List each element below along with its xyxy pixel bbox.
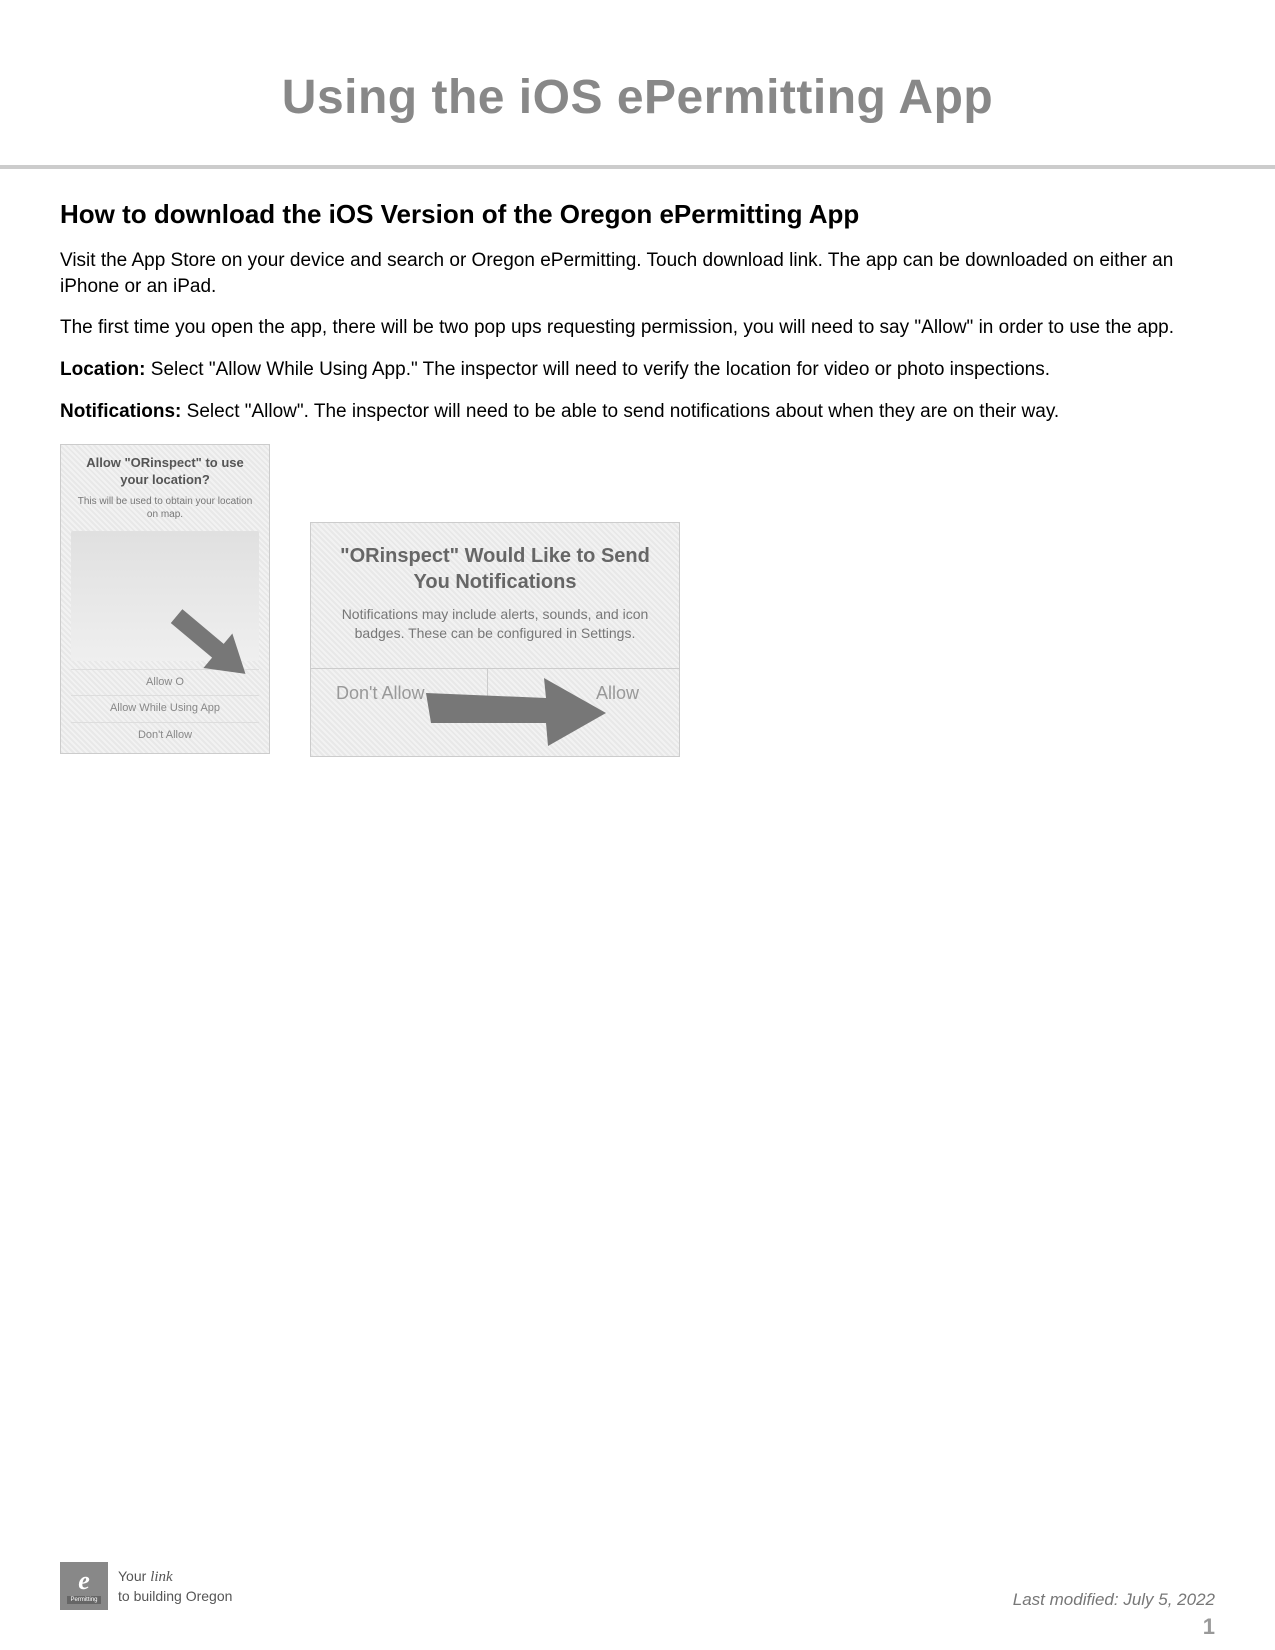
notifications-dialog-sub: Notifications may include alerts, sounds…	[327, 605, 663, 643]
footer-left: e Permitting Your link to building Orego…	[60, 1562, 232, 1610]
footer-line1-pre: Your	[118, 1568, 150, 1584]
location-dialog-title: Allow "ORinspect" to use your location?	[71, 455, 259, 489]
notifications-paragraph: Notifications: Select "Allow". The inspe…	[60, 399, 1215, 425]
location-opt-dont-allow: Don't Allow	[71, 722, 259, 748]
logo-e-letter: e	[78, 1568, 90, 1594]
footer-tagline: Your link to building Oregon	[118, 1567, 232, 1606]
location-paragraph: Location: Select "Allow While Using App.…	[60, 357, 1215, 383]
epermitting-logo: e Permitting	[60, 1562, 108, 1610]
notifications-label: Notifications:	[60, 401, 181, 422]
page-title: Using the iOS ePermitting App	[0, 0, 1275, 165]
content-area: How to download the iOS Version of the O…	[0, 169, 1275, 757]
location-dialog-screenshot: Allow "ORinspect" to use your location? …	[60, 444, 270, 754]
arrow-icon	[426, 668, 606, 748]
paragraph-1: Visit the App Store on your device and s…	[60, 248, 1215, 299]
screenshots-row: Allow "ORinspect" to use your location? …	[60, 444, 1215, 757]
location-text: Select "Allow While Using App." The insp…	[146, 359, 1051, 380]
notifications-dialog-title: "ORinspect" Would Like to Send You Notif…	[327, 543, 663, 595]
location-dialog-sub: This will be used to obtain your locatio…	[71, 495, 259, 521]
paragraph-2: The first time you open the app, there w…	[60, 315, 1215, 341]
footer-line1-script: link	[150, 1569, 173, 1585]
location-label: Location:	[60, 359, 146, 380]
location-opt-allow-while-using: Allow While Using App	[71, 695, 259, 721]
footer-line2: to building Oregon	[118, 1588, 232, 1604]
page-footer: e Permitting Your link to building Orego…	[60, 1562, 1215, 1610]
notifications-text: Select "Allow". The inspector will need …	[181, 401, 1059, 422]
logo-permitting-text: Permitting	[67, 1596, 100, 1604]
section-heading: How to download the iOS Version of the O…	[60, 199, 1215, 230]
page-number: 1	[1203, 1614, 1215, 1640]
notifications-dialog-screenshot: "ORinspect" Would Like to Send You Notif…	[310, 522, 680, 757]
last-modified: Last modified: July 5, 2022	[1013, 1590, 1215, 1610]
